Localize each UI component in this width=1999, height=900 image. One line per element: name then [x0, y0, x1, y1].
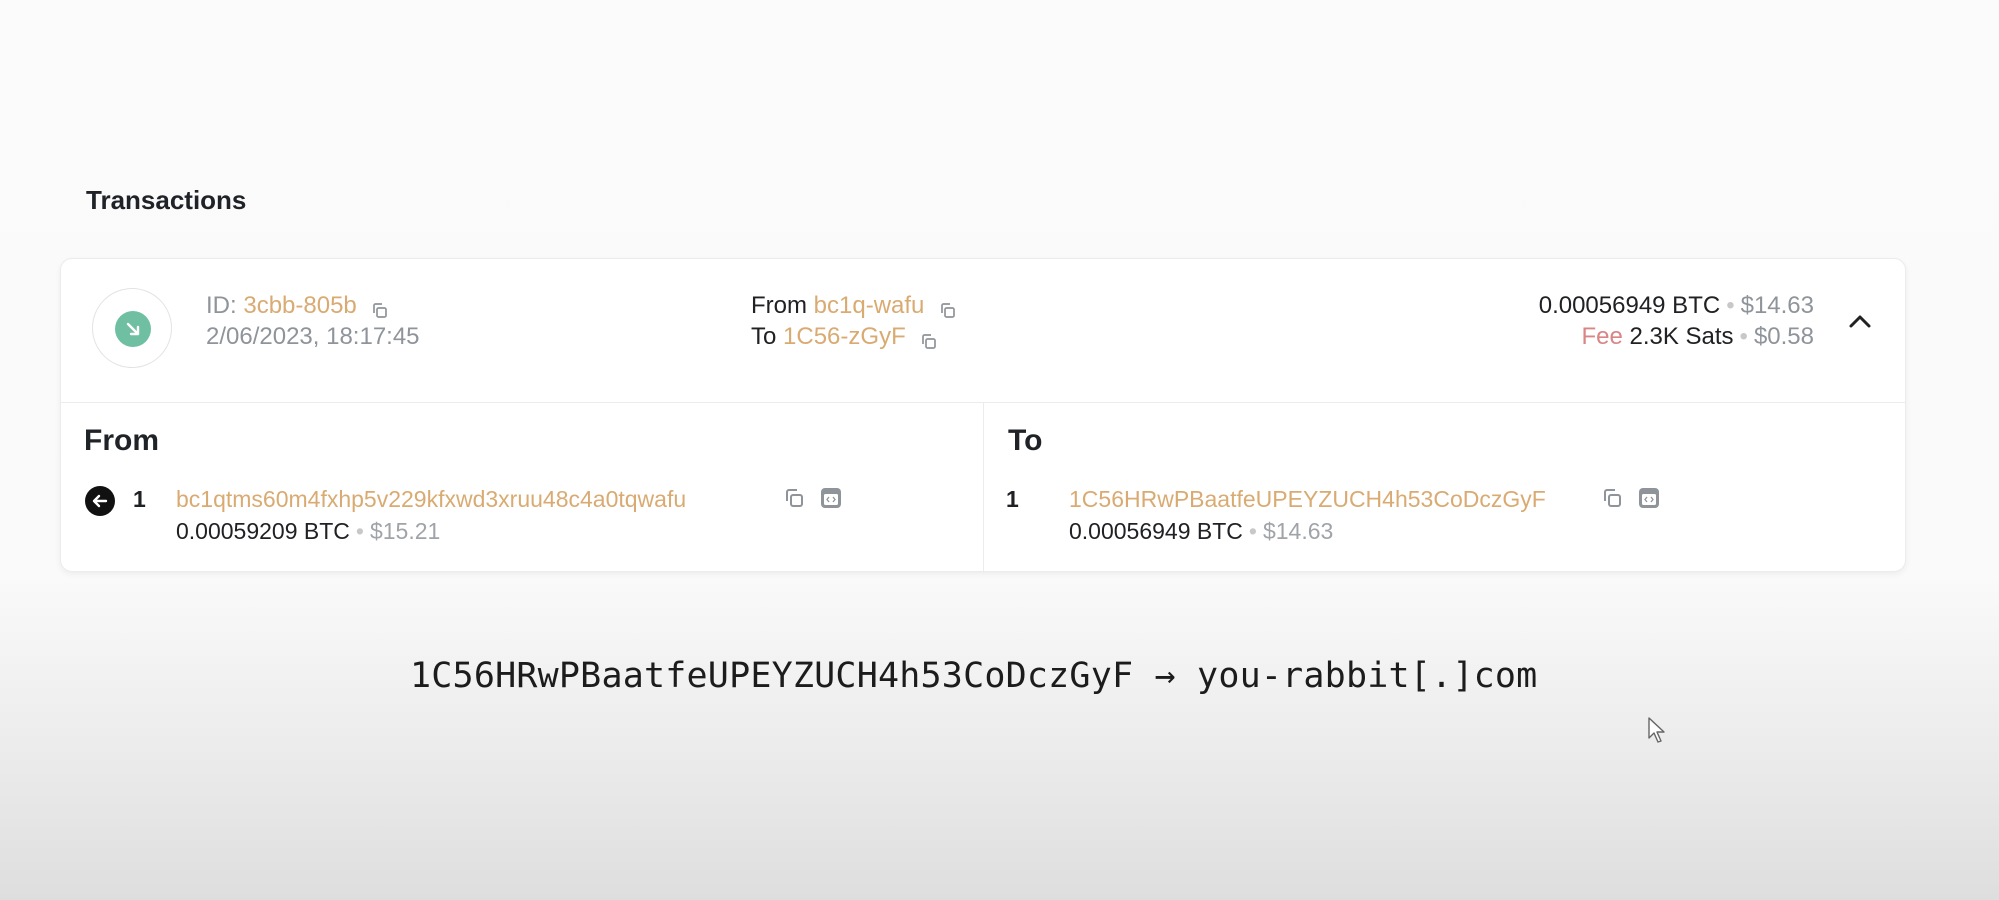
to-short-address[interactable]: 1C56-zGyF [783, 323, 906, 350]
transaction-summary[interactable]: ID: 3cbb-805b 2/06/2023, 18:17:45 From b… [61, 259, 1905, 403]
transaction-amount-line: 0.00056949 BTC • $14.63 [1539, 292, 1814, 320]
transaction-details: From 1 bc1qtms60m4fxhp5v229kfxwd3xruu48c… [61, 402, 1905, 573]
transaction-card[interactable]: ID: 3cbb-805b 2/06/2023, 18:17:45 From b… [60, 258, 1906, 573]
to-index: 1 [1006, 486, 1019, 512]
copy-icon[interactable] [939, 298, 956, 319]
fee-label: Fee [1581, 323, 1623, 350]
from-heading: From [84, 424, 159, 457]
transaction-to-line: To 1C56-zGyF [751, 323, 937, 351]
to-address[interactable]: 1C56HRwPBaatfeUPEYZUCH4h53CoDczGyF [1069, 486, 1546, 513]
transaction-id-line: ID: 3cbb-805b [206, 292, 388, 320]
copy-icon[interactable] [371, 298, 388, 319]
copy-icon[interactable] [920, 329, 937, 350]
from-index: 1 [133, 486, 146, 512]
arrow-down-right-icon [115, 311, 151, 347]
amount-usd: $14.63 [1740, 292, 1814, 319]
address-to-domain-caption: 1C56HRwPBaatfeUPEYZUCH4h53CoDczGyF → you… [410, 656, 1538, 696]
from-amount-line: 0.00059209 BTC • $15.21 [176, 518, 440, 545]
copy-icon[interactable] [1601, 487, 1623, 509]
fee-usd: $0.58 [1753, 323, 1814, 350]
separator-dot: • [1739, 323, 1748, 350]
to-heading: To [1008, 424, 1043, 457]
transaction-id[interactable]: 3cbb-805b [243, 292, 356, 319]
from-address[interactable]: bc1qtms60m4fxhp5v229kfxwd3xruu48c4a0tqwa… [176, 486, 686, 513]
amount-btc: 0.00056949 BTC [1538, 292, 1721, 319]
mouse-cursor-icon [1647, 716, 1667, 744]
to-amount-btc: 0.00056949 BTC [1069, 518, 1243, 544]
copy-icon[interactable] [783, 487, 805, 509]
transaction-datetime: 2/06/2023, 18:17:45 [206, 323, 420, 350]
fee-sats: 2.3K Sats [1629, 323, 1734, 350]
transaction-from-line: From bc1q-wafu [751, 292, 956, 320]
to-label: To [751, 323, 777, 350]
arrow-left-icon [85, 486, 115, 516]
to-amount-line: 0.00056949 BTC • $14.63 [1069, 518, 1333, 545]
details-divider [983, 402, 984, 573]
from-short-address[interactable]: bc1q-wafu [814, 292, 925, 319]
from-amount-btc: 0.00059209 BTC [176, 518, 350, 544]
code-icon[interactable] [820, 487, 842, 509]
transaction-id-label: ID: [206, 292, 237, 319]
separator-dot: • [1248, 518, 1257, 544]
transaction-direction-avatar [92, 288, 172, 368]
transaction-fee-line: Fee 2.3K Sats • $0.58 [1581, 323, 1814, 351]
from-amount-usd: $15.21 [369, 518, 441, 544]
separator-dot: • [1726, 292, 1735, 319]
section-title: Transactions [86, 185, 247, 215]
to-amount-usd: $14.63 [1262, 518, 1334, 544]
separator-dot: • [355, 518, 364, 544]
chevron-up-icon[interactable] [1847, 311, 1873, 331]
from-label: From [751, 292, 807, 319]
code-icon[interactable] [1638, 487, 1660, 509]
